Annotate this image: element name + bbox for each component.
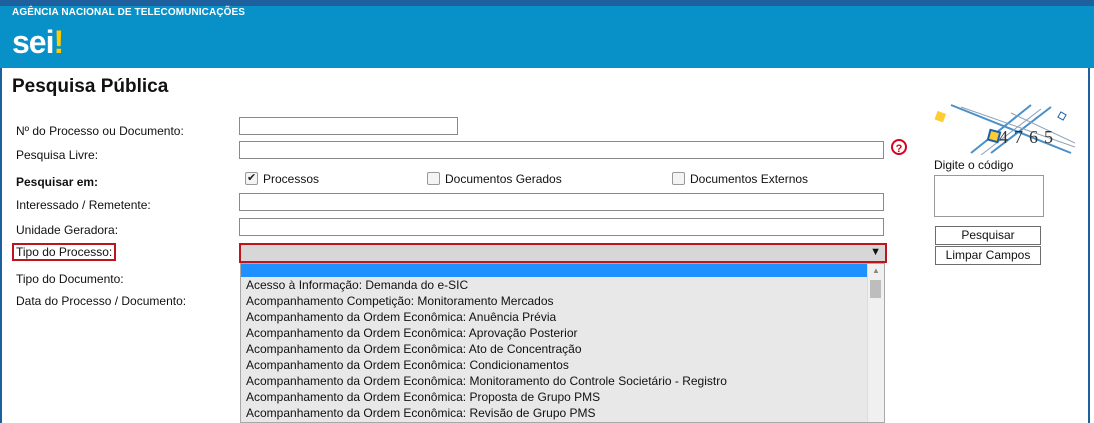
processos-checkbox[interactable] <box>245 171 258 185</box>
tipo-processo-label: Tipo do Processo: <box>12 243 117 261</box>
clear-fields-button[interactable]: Limpar Campos <box>935 246 1041 265</box>
unidade-label: Unidade Geradora: <box>16 223 119 237</box>
documentos-gerados-label[interactable]: Documentos Gerados <box>445 172 562 186</box>
captcha-prompt: Digite o código <box>934 158 1014 172</box>
dropdown-option[interactable]: Acompanhamento da Ordem Econômica: Revis… <box>246 406 596 420</box>
captcha-image: 4765 <box>934 104 1075 155</box>
scrollbar-thumb[interactable] <box>870 280 881 298</box>
question-circle-icon[interactable]: ? <box>891 139 907 155</box>
data-label: Data do Processo / Documento: <box>16 294 187 308</box>
pesquisa-livre-input[interactable] <box>239 141 884 159</box>
agency-name: AGÊNCIA NACIONAL DE TELECOMUNICAÇÕES <box>12 7 246 18</box>
logo-mark: ! <box>53 24 64 60</box>
dropdown-option[interactable]: Acesso à Informação: Demanda do e-SIC <box>246 278 468 292</box>
dropdown-scrollbar[interactable]: ▲ <box>867 264 884 422</box>
dropdown-option[interactable]: Acompanhamento da Ordem Econômica: Monit… <box>246 374 727 388</box>
dropdown-option[interactable]: Acompanhamento da Ordem Econômica: Anuên… <box>246 310 556 324</box>
documentos-externos-checkbox[interactable] <box>672 172 685 185</box>
search-button[interactable]: Pesquisar <box>935 226 1041 245</box>
scroll-up-icon[interactable]: ▲ <box>872 266 880 275</box>
processos-checkbox-label[interactable]: Processos <box>263 172 319 186</box>
interessado-input[interactable] <box>239 193 884 211</box>
unidade-input[interactable] <box>239 218 884 236</box>
logo-text: sei <box>12 24 54 60</box>
header-bar: AGÊNCIA NACIONAL DE TELECOMUNICAÇÕES sei… <box>0 0 1094 68</box>
documentos-gerados-checkbox[interactable] <box>427 172 440 185</box>
dropdown-option[interactable]: Acompanhamento da Ordem Econômica: Propo… <box>246 390 600 404</box>
tipo-documento-label: Tipo do Documento: <box>16 272 124 286</box>
dropdown-selected-row[interactable] <box>241 264 869 277</box>
sei-logo[interactable]: sei! <box>12 24 64 60</box>
pesquisa-livre-label: Pesquisa Livre: <box>16 148 99 162</box>
captcha-code: 4765 <box>999 127 1059 147</box>
header-strip <box>0 0 1094 6</box>
tipo-processo-select[interactable]: ▼ <box>239 243 887 263</box>
processo-label: Nº do Processo ou Documento: <box>16 124 184 138</box>
chevron-down-icon[interactable]: ▼ <box>870 246 881 258</box>
documentos-externos-label[interactable]: Documentos Externos <box>690 172 808 186</box>
processo-input[interactable] <box>239 117 458 135</box>
interessado-label: Interessado / Remetente: <box>16 198 151 212</box>
dropdown-option[interactable]: Acompanhamento da Ordem Econômica: Ato d… <box>246 342 582 356</box>
dropdown-option[interactable]: Acompanhamento Competição: Monitoramento… <box>246 294 554 308</box>
dropdown-option[interactable]: Acompanhamento da Ordem Econômica: Aprov… <box>246 326 578 340</box>
page-title: Pesquisa Pública <box>12 76 169 97</box>
pesquisar-em-label: Pesquisar em: <box>16 175 99 189</box>
dropdown-option[interactable]: Acompanhamento da Ordem Econômica: Condi… <box>246 358 569 372</box>
captcha-input[interactable] <box>934 175 1044 217</box>
tipo-processo-dropdown[interactable]: Acesso à Informação: Demanda do e-SIC Ac… <box>240 263 885 423</box>
